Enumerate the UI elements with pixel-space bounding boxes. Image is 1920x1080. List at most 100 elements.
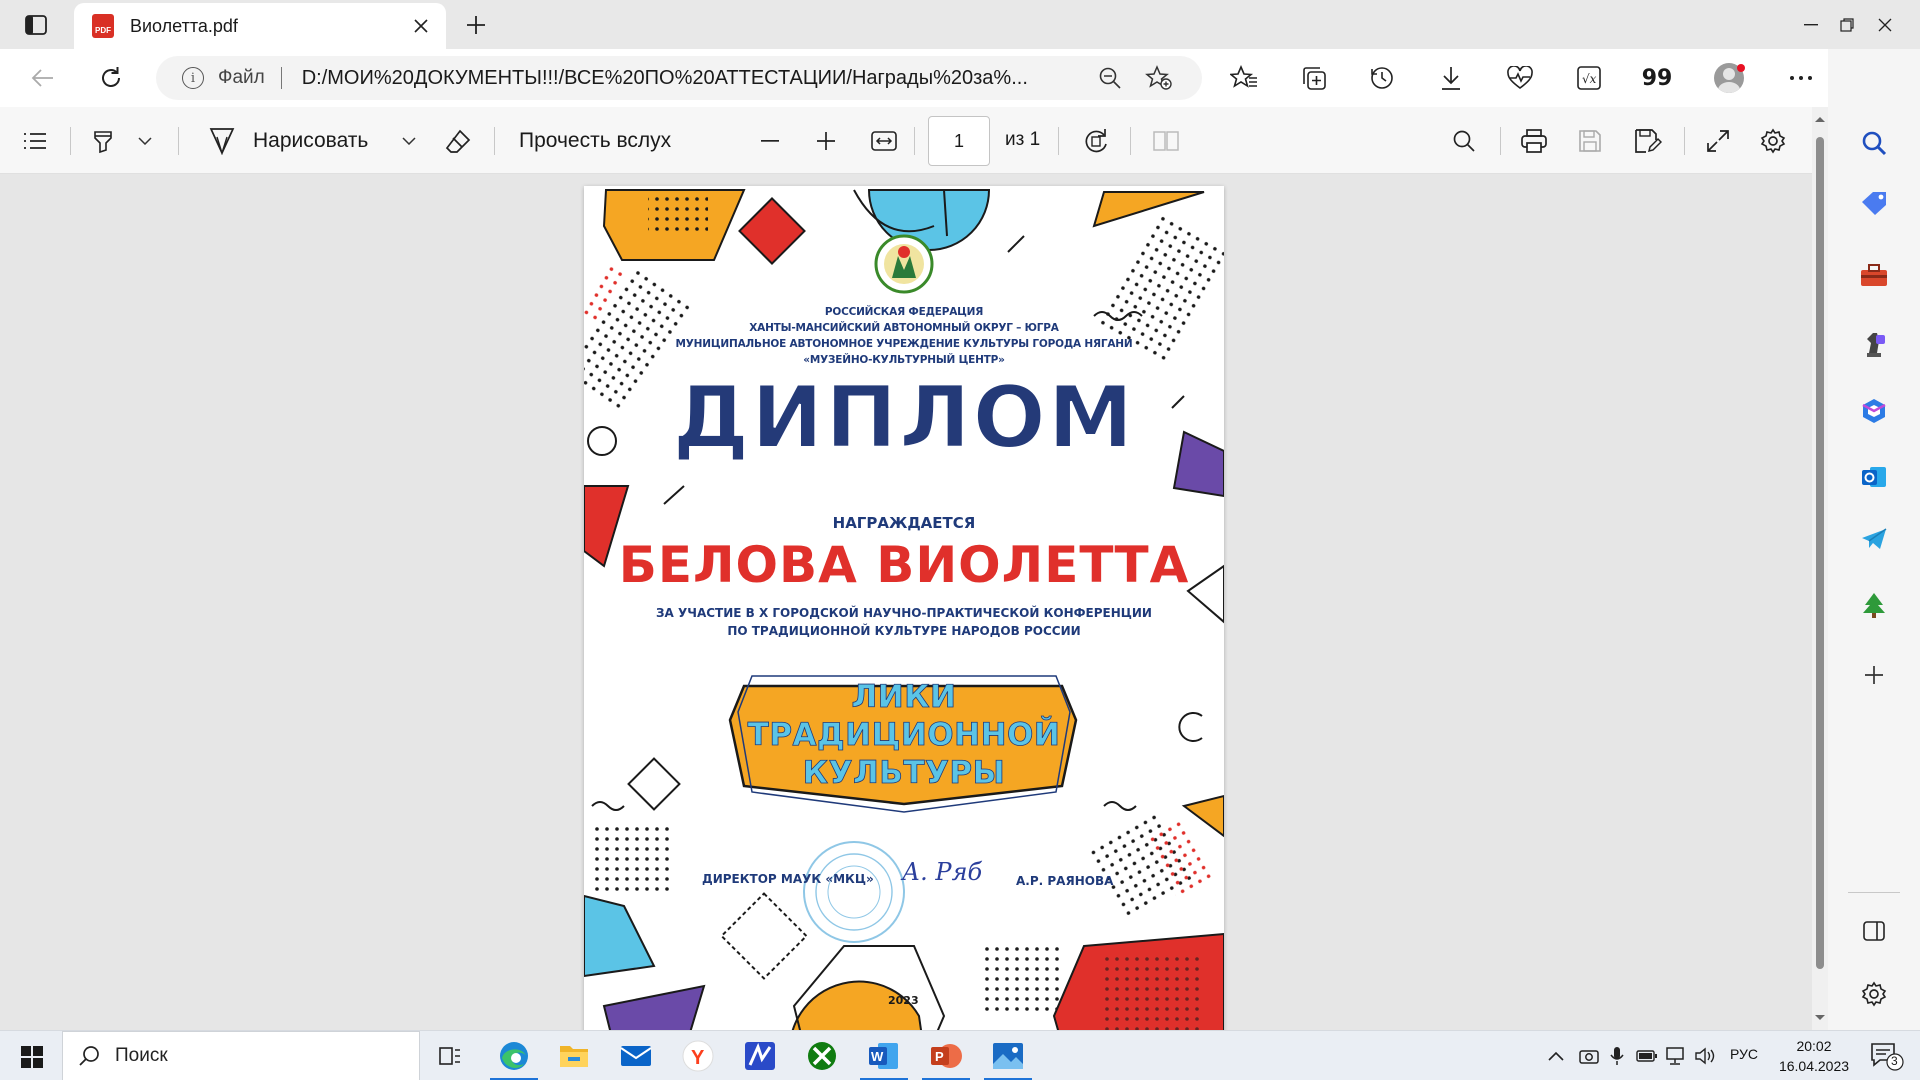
pdf-viewport[interactable]: РОССИЙСКАЯ ФЕДЕРАЦИЯ ХАНТЫ-МАНСИЙСКИЙ АВ… <box>0 174 1812 1030</box>
gear-icon <box>1760 128 1786 154</box>
notifications-button[interactable]: 3 <box>1870 1041 1904 1071</box>
tray-camera-button[interactable] <box>1578 1045 1600 1067</box>
sidebar-add-button[interactable] <box>1854 655 1894 695</box>
collections-button[interactable] <box>1294 58 1334 98</box>
tray-microphone-button[interactable] <box>1606 1045 1628 1067</box>
tab-actions-button[interactable] <box>14 7 58 43</box>
outlook-icon <box>1862 467 1886 487</box>
sidebar-settings-button[interactable] <box>1854 974 1894 1014</box>
sidebar-shopping-button[interactable] <box>1854 183 1894 223</box>
sidebar-tools-button[interactable] <box>1854 255 1894 295</box>
task-view-button[interactable] <box>420 1031 480 1080</box>
address-bar[interactable]: i Файл D:/МОИ%20ДОКУМЕНТЫ!!!/ВСЕ%20ПО%20… <box>156 56 1202 100</box>
taskbar-app-powerpoint[interactable]: P <box>916 1031 976 1080</box>
start-button[interactable] <box>12 1037 52 1077</box>
taskbar-clock[interactable]: 20:02 16.04.2023 <box>1772 1036 1856 1076</box>
taskbar-app-yandex[interactable]: Y <box>668 1031 728 1080</box>
active-tab[interactable]: PDF Виолетта.pdf <box>74 3 446 49</box>
reason-line: ЗА УЧАСТИЕ В X ГОРОДСКОЙ НАУЧНО-ПРАКТИЧЕ… <box>656 606 1152 620</box>
taskbar-app-mail[interactable] <box>606 1031 666 1080</box>
draw-options-button[interactable] <box>394 121 424 161</box>
language-indicator[interactable]: РУС <box>1730 1046 1758 1062</box>
hide-sidebar-button[interactable] <box>1854 911 1894 951</box>
add-favorite-button[interactable] <box>1142 61 1176 95</box>
taskbar-search[interactable]: Поиск <box>62 1031 420 1080</box>
plus-icon <box>817 132 835 150</box>
zoom-in-button[interactable] <box>808 121 844 161</box>
read-aloud-button[interactable]: Прочесть вслух <box>519 121 671 161</box>
sidebar-tree-button[interactable] <box>1854 585 1894 625</box>
sidebar-outlook-button[interactable] <box>1854 457 1894 497</box>
fit-to-width-button[interactable] <box>866 121 902 161</box>
sidebar-copilot-button[interactable] <box>1854 391 1894 431</box>
info-icon[interactable]: i <box>182 67 204 89</box>
zoom-button[interactable] <box>1093 61 1127 95</box>
refresh-button[interactable] <box>90 58 132 98</box>
back-button[interactable] <box>22 58 64 98</box>
sidebar-games-button[interactable] <box>1854 325 1894 365</box>
zoom-out-button[interactable] <box>752 121 788 161</box>
zoom-out-icon <box>1099 67 1121 89</box>
close-tab-button[interactable] <box>406 11 436 41</box>
tray-network-button[interactable] <box>1664 1045 1686 1067</box>
sidebar-telegram-button[interactable] <box>1854 519 1894 559</box>
m365-icon <box>1862 399 1886 423</box>
math-solver-icon: √x <box>1577 66 1601 90</box>
taskbar-app-xbox[interactable] <box>792 1031 852 1080</box>
toolbar-divider <box>1130 127 1131 155</box>
search-placeholder: Поиск <box>115 1045 168 1066</box>
save-as-button[interactable] <box>1630 121 1666 161</box>
draw-label[interactable]: Нарисовать <box>253 121 368 161</box>
contents-button[interactable] <box>18 121 52 161</box>
save-button[interactable] <box>1572 121 1608 161</box>
downloads-button[interactable] <box>1431 58 1471 98</box>
scheme-label: Файл <box>218 67 265 88</box>
new-tab-button[interactable] <box>458 7 494 43</box>
close-window-button[interactable] <box>1850 0 1920 49</box>
erase-button[interactable] <box>440 121 476 161</box>
vertical-scrollbar[interactable] <box>1812 107 1828 1030</box>
find-button[interactable] <box>1446 121 1482 161</box>
fullscreen-button[interactable] <box>1700 121 1736 161</box>
toolbar-divider <box>178 127 179 155</box>
highlight-options-button[interactable] <box>130 121 160 161</box>
favorites-button[interactable] <box>1224 58 1264 98</box>
rotate-button[interactable] <box>1078 121 1114 161</box>
citations-button[interactable]: 99 <box>1637 58 1677 98</box>
highlight-button[interactable] <box>86 121 120 161</box>
taskbar-app-edge[interactable] <box>484 1031 544 1080</box>
close-icon <box>414 19 428 33</box>
rotate-icon <box>1085 129 1107 153</box>
history-icon <box>1371 67 1393 89</box>
taskbar-app-explorer[interactable] <box>544 1031 604 1080</box>
org-line: РОССИЙСКАЯ ФЕДЕРАЦИЯ <box>824 306 984 318</box>
settings-more-button[interactable] <box>1781 58 1821 98</box>
profile-button[interactable] <box>1709 58 1749 98</box>
clock-date: 16.04.2023 <box>1778 1058 1850 1074</box>
chevron-down-icon <box>402 137 416 145</box>
show-hidden-icons-button[interactable] <box>1545 1045 1567 1067</box>
draw-button[interactable] <box>204 121 240 161</box>
tray-volume-button[interactable] <box>1694 1045 1716 1067</box>
url-text[interactable]: D:/МОИ%20ДОКУМЕНТЫ!!!/ВСЕ%20ПО%20АТТЕСТА… <box>302 67 1072 90</box>
print-button[interactable] <box>1516 121 1552 161</box>
pdf-settings-button[interactable] <box>1755 121 1791 161</box>
history-button[interactable] <box>1362 58 1402 98</box>
org-line: МУНИЦИПАЛЬНОЕ АВТОНОМНОЕ УЧРЕЖДЕНИЕ КУЛЬ… <box>675 338 1133 350</box>
page-number-input[interactable]: 1 <box>928 116 990 166</box>
battery-icon <box>1636 1050 1657 1062</box>
toolbar-divider <box>1684 127 1685 155</box>
more-icon <box>1790 76 1812 80</box>
send-plane-icon <box>1862 528 1887 549</box>
math-solver-button[interactable]: √x <box>1569 58 1609 98</box>
scrollbar-thumb[interactable] <box>1816 137 1824 969</box>
taskbar-app-photos[interactable] <box>978 1031 1038 1080</box>
taskbar-app-word[interactable]: W <box>854 1031 914 1080</box>
tray-battery-button[interactable] <box>1636 1045 1658 1067</box>
badge-line: ЛИКИ <box>851 679 957 716</box>
taskbar-app-m[interactable] <box>730 1031 790 1080</box>
svg-text:√x: √x <box>1582 72 1597 86</box>
browser-essentials-button[interactable] <box>1500 58 1540 98</box>
page-view-button[interactable] <box>1148 121 1184 161</box>
sidebar-search-button[interactable] <box>1854 123 1894 163</box>
